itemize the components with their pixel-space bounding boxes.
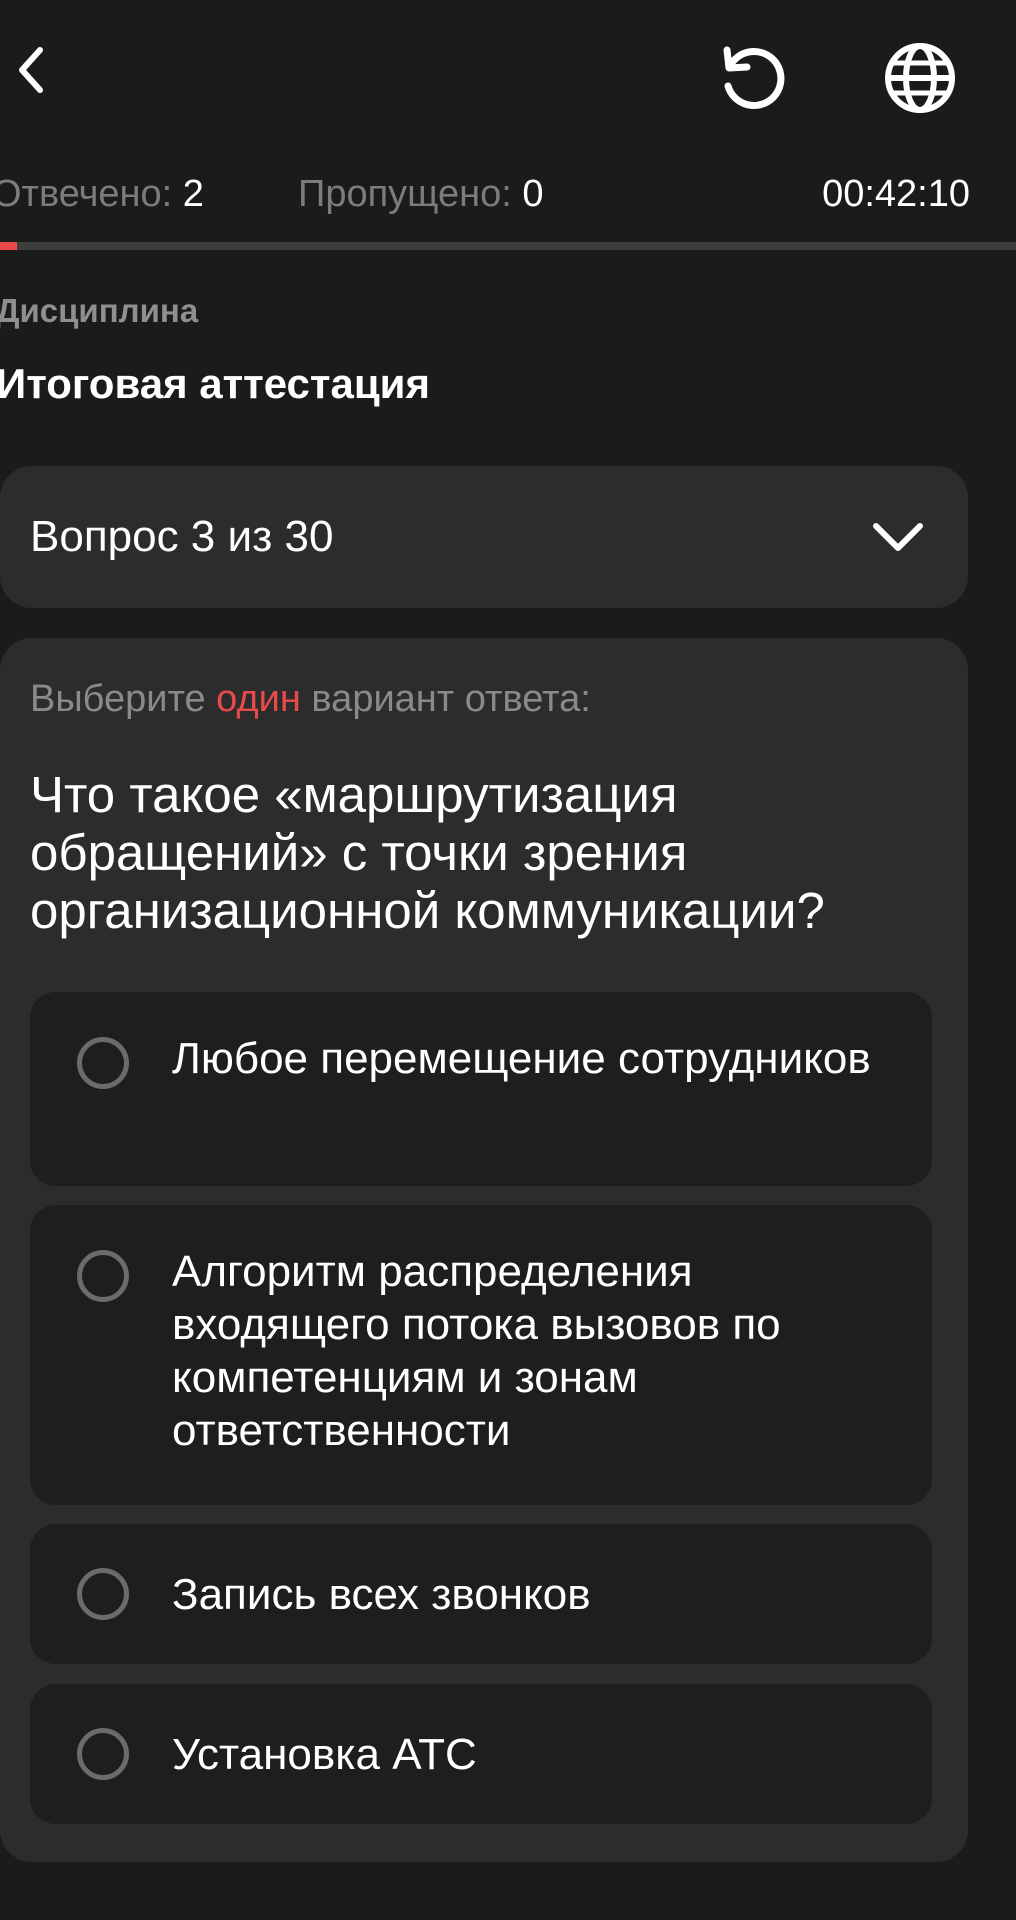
timer: 00:42:10 [822, 173, 970, 215]
chevron-down-icon [873, 523, 923, 551]
question-card: Выберите один вариант ответа: Что такое … [0, 638, 968, 1862]
globe-icon [885, 43, 955, 113]
question-selector-label: Вопрос 3 из 30 [30, 512, 334, 561]
question-text: Что такое «маршрутизация обращений» с то… [30, 766, 825, 939]
radio-button[interactable] [77, 1568, 129, 1620]
answered-counter: Отвечено: 2 [0, 166, 204, 222]
radio-button[interactable] [77, 1037, 129, 1089]
discipline-title: Итоговая аттестация [0, 360, 430, 407]
answered-label: Отвечено: [0, 173, 173, 215]
answer-option[interactable]: Любое перемещение сотрудников [30, 992, 932, 1186]
progress-fill [0, 242, 17, 250]
top-bar [0, 0, 1016, 150]
chevron-left-icon [19, 47, 43, 93]
answered-value: 2 [182, 173, 204, 215]
answer-option-label: Запись всех звонков [172, 1570, 591, 1619]
discipline-label: Дисциплина [0, 292, 199, 329]
answer-option[interactable]: Запись всех звонков [30, 1524, 932, 1664]
answer-option[interactable]: Алгоритм распределения входящего потока … [30, 1205, 932, 1505]
instruction-suffix: вариант ответа: [311, 678, 591, 720]
stats-bar: Отвечено: 2 Пропущено: 0 00:42:10 [0, 166, 970, 222]
answer-option[interactable]: Установка АТС [30, 1684, 932, 1824]
answer-option-label: Любое перемещение сотрудников [172, 1034, 871, 1083]
skipped-label: Пропущено: [298, 173, 512, 215]
instruction-prefix: Выберите [30, 678, 206, 720]
question-selector[interactable]: Вопрос 3 из 30 [0, 466, 968, 608]
skipped-counter: Пропущено: 0 [298, 166, 544, 222]
reload-button[interactable] [710, 36, 794, 120]
radio-button[interactable] [77, 1728, 129, 1780]
answer-option-label: Установка АТС [172, 1730, 477, 1779]
instruction-accent: один [216, 678, 301, 720]
reload-icon [723, 46, 785, 109]
progress-bar [0, 242, 1016, 250]
answer-option-label: Алгоритм распределения входящего потока … [172, 1247, 781, 1455]
language-button[interactable] [878, 36, 962, 120]
answer-instruction: Выберите один вариант ответа: [30, 678, 591, 721]
skipped-value: 0 [522, 173, 544, 215]
back-button[interactable] [0, 30, 60, 110]
radio-button[interactable] [77, 1250, 129, 1302]
